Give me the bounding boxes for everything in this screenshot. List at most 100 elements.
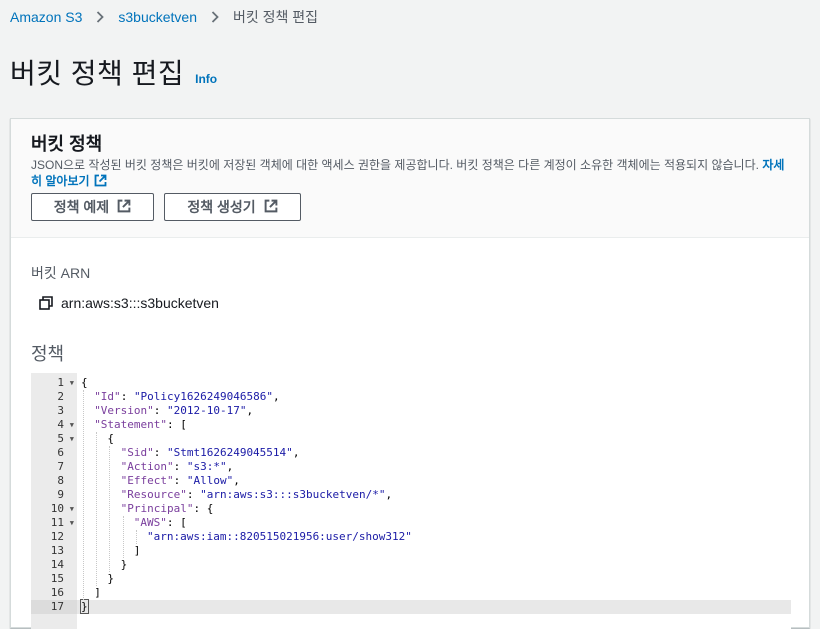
indent-guide (109, 446, 111, 572)
json-punctuation: , (385, 488, 393, 501)
json-punctuation: : (153, 446, 167, 459)
json-punctuation: } (120, 558, 128, 571)
code-line: { (77, 376, 791, 390)
json-punctuation: { (107, 432, 115, 445)
json-key: "Id" (94, 390, 121, 403)
json-key: "Effect" (120, 474, 174, 487)
external-link-icon (264, 199, 278, 216)
json-key: "Sid" (120, 446, 154, 459)
json-key: "Version" (94, 404, 154, 417)
info-link[interactable]: Info (195, 72, 217, 86)
chevron-right-icon (211, 11, 219, 23)
breadcrumb-current: 버킷 정책 편집 (232, 9, 319, 25)
json-punctuation: , (233, 474, 240, 487)
json-punctuation: : (120, 390, 134, 403)
json-punctuation: , (273, 390, 280, 403)
line-number: 6 (57, 446, 64, 459)
description-text: JSON으로 작성된 버킷 정책은 버킷에 저장된 객체에 대한 액세스 권한을… (31, 158, 759, 172)
line-number: 14 (50, 558, 64, 571)
line-number: 9 (57, 488, 64, 501)
json-punctuation: , (226, 460, 234, 473)
code-line: "Principal": { (77, 502, 791, 516)
code-line: "arn:aws:iam::820515021956:user/show312" (77, 530, 791, 544)
line-number: 15 (50, 572, 64, 585)
json-string: "Allow" (186, 474, 234, 487)
code-line: "Resource": "arn:aws:s3:::s3bucketven/*"… (77, 488, 791, 502)
policy-examples-button[interactable]: 정책 예제 (31, 193, 154, 221)
line-number: 13 (50, 544, 64, 557)
policy-generator-button[interactable]: 정책 생성기 (164, 193, 301, 221)
json-string: "arn:aws:iam::820515021956:user/show312" (147, 530, 412, 543)
json-punctuation: : [ (166, 516, 187, 529)
fold-arrow-icon[interactable]: ▼ (70, 502, 74, 516)
indent-guide (122, 516, 124, 558)
code-line: } (77, 599, 791, 614)
breadcrumb: Amazon S3 s3bucketven 버킷 정책 편집 (10, 8, 318, 26)
line-number: 11 (50, 516, 64, 529)
line-number: 12 (50, 530, 64, 543)
policy-editor[interactable]: 1 ▼ 2 3 4 ▼ 5 ▼ 6 7 8 9 10 ▼ 11 ▼ 12 13 14 15 16 17 {"Id": "P… (31, 373, 791, 629)
line-number: 7 (57, 460, 64, 473)
json-string: "Stmt1626249045514" (166, 446, 293, 459)
panel-title: 버킷 정책 (31, 134, 103, 154)
editor-code[interactable]: {"Id": "Policy1626249046586", "Version": … (77, 373, 791, 629)
chevron-right-icon (96, 11, 105, 23)
code-line: { (77, 432, 791, 446)
page-header: 버킷 정책 편집 Info (10, 52, 217, 92)
line-number: 17 (50, 600, 64, 613)
indent-guide (135, 530, 137, 544)
code-line: "Sid": "Stmt1626249045514", (77, 446, 791, 460)
indent-guide (96, 432, 98, 586)
fold-arrow-icon[interactable]: ▼ (70, 376, 74, 390)
json-punctuation: : (173, 460, 187, 473)
code-line: } (77, 558, 791, 572)
bucket-arn-value: arn:aws:s3:::s3bucketven (61, 295, 219, 311)
policy-label: 정책 (31, 344, 65, 364)
line-number: 3 (57, 404, 64, 417)
code-line: "Statement": [ (77, 418, 791, 432)
json-punctuation: } (107, 572, 115, 585)
code-line: "Effect": "Allow", (77, 474, 791, 488)
json-key: "Resource" (120, 488, 187, 501)
json-string: "arn:aws:s3:::s3bucketven/*" (200, 488, 386, 501)
external-link-icon (117, 199, 131, 216)
line-number: 16 (50, 586, 64, 599)
json-string: "Policy1626249046586" (133, 390, 274, 403)
json-punctuation: } (80, 599, 89, 614)
json-punctuation: ] (133, 544, 141, 557)
fold-arrow-icon[interactable]: ▼ (70, 516, 74, 530)
code-line: "Id": "Policy1626249046586", (77, 390, 791, 404)
json-string: "2012-10-17" (167, 404, 247, 417)
json-punctuation: : (173, 474, 187, 487)
bucket-policy-panel: 버킷 정책 JSON으로 작성된 버킷 정책은 버킷에 저장된 객체에 대한 액… (10, 118, 810, 629)
external-link-icon (94, 174, 107, 191)
line-number: 1 (57, 376, 64, 389)
code-line: } (77, 572, 791, 586)
line-number: 5 (57, 432, 64, 445)
breadcrumb-bucket[interactable]: s3bucketven (118, 9, 197, 25)
json-key: "AWS" (133, 516, 167, 529)
json-string: "s3:*" (186, 460, 227, 473)
breadcrumb-amazon-s3[interactable]: Amazon S3 (10, 9, 82, 25)
editor-gutter: 1 ▼ 2 3 4 ▼ 5 ▼ 6 7 8 9 10 ▼ 11 ▼ 12 13 14 15 16 17 (31, 373, 77, 629)
code-line: "AWS": [ (77, 516, 791, 530)
json-punctuation: { (81, 376, 88, 389)
panel-description: JSON으로 작성된 버킷 정책은 버킷에 저장된 객체에 대한 액세스 권한을… (31, 157, 791, 191)
line-number: 2 (57, 390, 64, 403)
fold-arrow-icon[interactable]: ▼ (70, 432, 74, 446)
bucket-arn: arn:aws:s3:::s3bucketven (39, 295, 219, 311)
json-key: "Statement" (94, 418, 168, 431)
json-punctuation: : [ (167, 418, 187, 431)
panel-header: 버킷 정책 JSON으로 작성된 버킷 정책은 버킷에 저장된 객체에 대한 액… (11, 119, 809, 238)
json-punctuation: : (186, 488, 201, 501)
fold-arrow-icon[interactable]: ▼ (70, 418, 74, 432)
json-key: "Action" (120, 460, 174, 473)
bucket-arn-label: 버킷 ARN (31, 265, 91, 281)
json-punctuation: ] (94, 586, 101, 599)
indent-guide (83, 390, 84, 600)
json-key: "Principal" (120, 502, 194, 515)
policy-generator-label: 정책 생성기 (187, 199, 256, 215)
copy-icon[interactable] (39, 296, 53, 310)
json-punctuation: , (246, 404, 254, 417)
line-number: 8 (57, 474, 64, 487)
